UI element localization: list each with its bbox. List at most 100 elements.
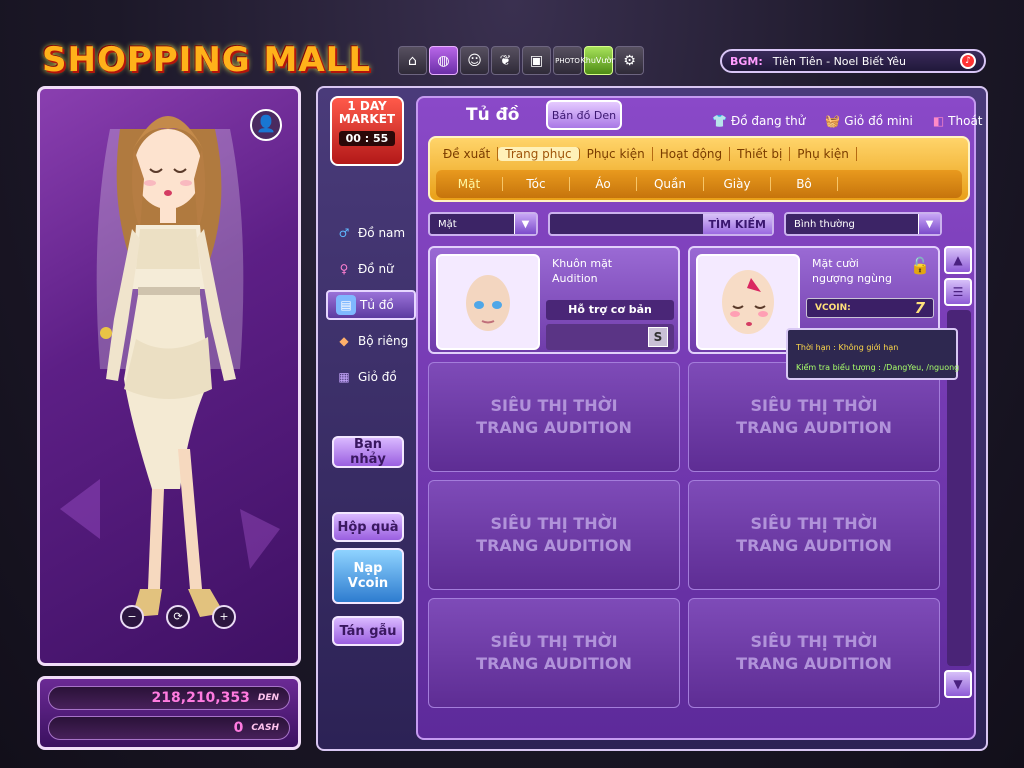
subtab-ao[interactable]: Áo xyxy=(570,177,637,191)
item-price: 7 xyxy=(914,299,925,317)
mini-basket-label: Giỏ đồ mini xyxy=(844,114,913,128)
zoom-in-icon[interactable]: + xyxy=(212,605,236,629)
basket-icon: ▦ xyxy=(338,370,350,384)
category-tu-do[interactable]: ▤ Tủ đồ xyxy=(326,290,416,320)
search-bar[interactable]: TÌM KIẾM xyxy=(548,212,774,236)
bgm-label: BGM: xyxy=(730,54,763,68)
khuvuon-icon[interactable]: KhuVườn xyxy=(581,46,616,75)
exit-label: Thoát xyxy=(948,114,983,128)
chevron-down-icon: ▼ xyxy=(918,214,940,234)
placeholder-line1: SIÊU THỊ THỜI xyxy=(490,514,618,533)
face-thumbnail-icon xyxy=(466,275,510,331)
placeholder-line2: TRANG AUDITION xyxy=(476,536,632,555)
category-bo-rieng[interactable]: ◆ Bộ riêng xyxy=(326,326,416,356)
item-card-khuon-mat[interactable]: Khuôn mặt Audition Hỗ trợ cơ bản S xyxy=(428,246,680,354)
search-button[interactable]: TÌM KIẾM xyxy=(702,214,772,234)
placeholder-line2: TRANG AUDITION xyxy=(476,654,632,673)
empty-slot: SIÊU THỊ THỜI TRANG AUDITION xyxy=(688,480,940,590)
scroll-down-icon[interactable]: ▼ xyxy=(944,670,972,698)
exit-icon: ◧ xyxy=(932,114,945,128)
egg-icon[interactable]: ◍ xyxy=(429,46,458,75)
cash-amount: 0 xyxy=(233,720,244,736)
item-name-line2: Audition xyxy=(552,272,598,285)
female-icon: ♀ xyxy=(339,262,349,276)
category-dropdown-value: Mặt xyxy=(438,218,457,230)
item-thumbnail xyxy=(436,254,540,350)
wardrobe-icon: ▤ xyxy=(336,295,356,315)
face-icon[interactable]: ☺ xyxy=(460,46,489,75)
nap-line1: Nạp xyxy=(353,561,383,576)
leaf-icon[interactable]: ❦ xyxy=(491,46,520,75)
category-gio-do[interactable]: ▦ Giỏ đồ xyxy=(326,362,416,392)
tab-trang-phuc[interactable]: Trang phục xyxy=(498,147,580,161)
ban-nhay-button[interactable]: Bạn nhảy xyxy=(332,436,404,468)
character-avatar xyxy=(60,116,280,617)
nap-vcoin-button[interactable]: Nạp Vcoin xyxy=(332,548,404,604)
character-preview-panel[interactable]: 👤 − ⟳ + xyxy=(37,86,301,666)
item-scrollbar[interactable]: ▲ ☰ ▼ xyxy=(944,246,974,710)
tab-de-xuat[interactable]: Đề xuất xyxy=(436,147,499,161)
category-dropdown[interactable]: Mặt ▼ xyxy=(428,212,538,236)
nap-line2: Vcoin xyxy=(347,576,389,591)
empty-slot: SIÊU THỊ THỜI TRANG AUDITION xyxy=(428,362,680,472)
placeholder-line1: SIÊU THỊ THỜI xyxy=(750,396,878,415)
smiling-face-thumbnail-icon xyxy=(722,270,774,334)
item-name-line2: ngượng ngùng xyxy=(812,272,892,285)
profile-icon[interactable]: 👤 xyxy=(250,109,282,141)
one-day-market-button[interactable]: 1 DAY MARKET 00 : 55 xyxy=(330,96,404,166)
top-icon-bar: ⌂ ◍ ☺ ❦ ▣ PHOTO KhuVườn ⚙ xyxy=(398,46,644,76)
subtab-quan[interactable]: Quần xyxy=(637,177,704,191)
preview-controls: − ⟳ + xyxy=(120,605,236,629)
tab-phu-kien[interactable]: Phụ kiện xyxy=(790,147,857,161)
item-badge-row: S xyxy=(546,324,674,350)
category-do-nam[interactable]: ♂ Đồ nam xyxy=(326,218,416,248)
hop-qua-button[interactable]: Hộp quà xyxy=(332,512,404,542)
scroll-up-icon[interactable]: ▲ xyxy=(944,246,972,274)
item-name-line1: Mặt cười xyxy=(812,257,859,270)
trying-on-link[interactable]: 👕 Đồ đang thử xyxy=(712,114,805,128)
category-label: Giỏ đồ xyxy=(358,370,397,384)
zoom-out-icon[interactable]: − xyxy=(120,605,144,629)
rotate-icon[interactable]: ⟳ xyxy=(166,605,190,629)
item-support-tag: Hỗ trợ cơ bản xyxy=(546,300,674,320)
tab-bar: Đề xuất Trang phục Phục kiện Hoạt động T… xyxy=(428,136,970,202)
tab-hoat-dong[interactable]: Hoạt động xyxy=(653,147,731,161)
home-icon[interactable]: ⌂ xyxy=(398,46,427,75)
category-nav: ♂ Đồ nam ♀ Đồ nữ ▤ Tủ đồ ◆ Bộ riêng ▦ Gi… xyxy=(326,218,416,398)
bgm-player: BGM: Tiên Tiên - Noel Biết Yêu ♪ xyxy=(720,49,986,73)
shopping-mall-logo: SHOPPING MALL xyxy=(42,40,372,80)
subtab-bo[interactable]: Bô xyxy=(771,177,838,191)
category-label: Đồ nữ xyxy=(358,262,394,276)
subtab-giay[interactable]: Giày xyxy=(704,177,771,191)
empty-slot: SIÊU THỊ THỜI TRANG AUDITION xyxy=(428,480,680,590)
lock-icon: 🔓 xyxy=(910,256,930,275)
shirt-icon: 👕 xyxy=(712,114,727,128)
scroll-thumb[interactable]: ☰ xyxy=(944,278,972,306)
gear-icon[interactable]: ⚙ xyxy=(615,46,644,75)
item-name: Khuôn mặt Audition xyxy=(552,256,612,286)
mini-basket-link[interactable]: 🧺 Giỏ đồ mini xyxy=(825,114,912,128)
photo-icon[interactable]: PHOTO xyxy=(553,46,582,75)
tab-phuc-kien[interactable]: Phục kiện xyxy=(580,147,653,161)
main-tabs: Đề xuất Trang phục Phục kiện Hoạt động T… xyxy=(430,138,968,170)
sell-den-button[interactable]: Bán đồ Den xyxy=(546,100,622,130)
music-settings-icon[interactable]: ♪ xyxy=(960,53,976,69)
subtab-mat[interactable]: Mặt xyxy=(436,177,503,191)
category-do-nu[interactable]: ♀ Đồ nữ xyxy=(326,254,416,284)
bgm-song-title: Tiên Tiên - Noel Biết Yêu xyxy=(772,54,907,68)
item-thumbnail xyxy=(696,254,800,350)
empty-slot: SIÊU THỊ THỜI TRANG AUDITION xyxy=(428,598,680,708)
placeholder-line1: SIÊU THỊ THỜI xyxy=(750,632,878,651)
tab-thiet-bi[interactable]: Thiết bị xyxy=(730,147,791,161)
subtab-toc[interactable]: Tóc xyxy=(503,177,570,191)
sort-dropdown[interactable]: Bình thường ▼ xyxy=(784,212,942,236)
tan-gau-button[interactable]: Tán gẫu xyxy=(332,616,404,646)
sub-tabs: Mặt Tóc Áo Quần Giày Bô xyxy=(436,170,962,198)
exit-link[interactable]: ◧ Thoát xyxy=(933,114,983,128)
male-icon: ♂ xyxy=(338,226,350,240)
chevron-down-icon: ▼ xyxy=(514,214,536,234)
s-badge-icon: S xyxy=(648,327,668,347)
placeholder-line2: TRANG AUDITION xyxy=(476,418,632,437)
sort-dropdown-value: Bình thường xyxy=(794,218,855,230)
tv-icon[interactable]: ▣ xyxy=(522,46,551,75)
